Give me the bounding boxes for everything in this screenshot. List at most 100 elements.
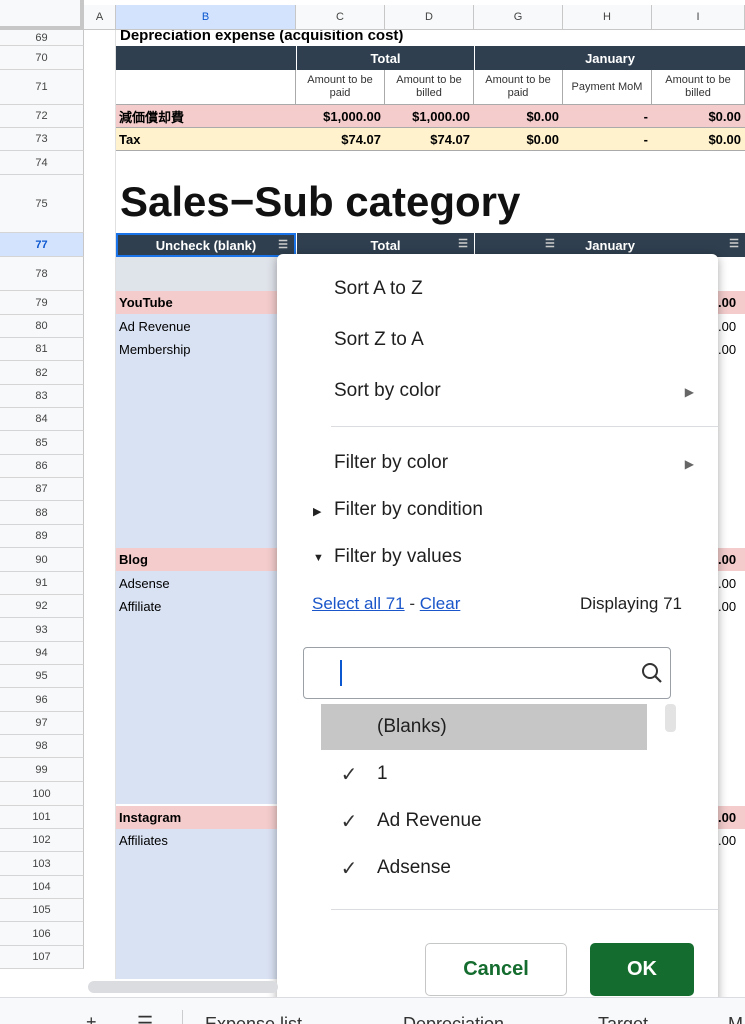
sheets-menu-icon[interactable]: ☰ xyxy=(137,1013,153,1024)
item-affiliate[interactable]: Affiliate xyxy=(119,595,161,618)
row73-i[interactable]: $0.00 xyxy=(652,128,745,151)
row72-h[interactable]: - xyxy=(563,105,652,128)
row72-c[interactable]: $1,000.00 xyxy=(296,105,385,128)
row-header[interactable]: 80 xyxy=(0,315,84,338)
values-scrollbar[interactable] xyxy=(665,704,676,732)
row-header[interactable]: 73 xyxy=(0,128,84,151)
column-header-i[interactable]: I xyxy=(652,5,745,30)
column-a-cells[interactable] xyxy=(84,30,116,979)
row-header[interactable]: 82 xyxy=(0,361,84,385)
sheet-tab-m[interactable]: M xyxy=(728,1014,743,1024)
row72-g[interactable]: $0.00 xyxy=(474,105,563,128)
row-header[interactable]: 89 xyxy=(0,525,84,548)
row78-cell[interactable] xyxy=(116,257,296,291)
row-header[interactable]: 102 xyxy=(0,829,84,852)
column-header-h[interactable]: H xyxy=(563,5,652,30)
value-item-ad-revenue[interactable]: ✓ Ad Revenue xyxy=(321,798,647,844)
row-header[interactable]: 72 xyxy=(0,105,84,128)
row-header[interactable]: 71 xyxy=(0,70,84,105)
row-header[interactable]: 93 xyxy=(0,618,84,642)
row73-g[interactable]: $0.00 xyxy=(474,128,563,151)
item-adsense[interactable]: Adsense xyxy=(119,572,170,595)
r90-value[interactable]: .00 xyxy=(718,548,745,571)
row73-c[interactable]: $74.07 xyxy=(296,128,385,151)
menu-filter-by-color[interactable]: Filter by color xyxy=(334,452,448,474)
item-ad-revenue[interactable]: Ad Revenue xyxy=(119,315,191,338)
row-header[interactable]: 91 xyxy=(0,572,84,595)
horizontal-scrollbar[interactable] xyxy=(88,981,278,993)
r80-value[interactable]: .00 xyxy=(718,315,745,338)
filter-icon[interactable]: ☰ xyxy=(458,237,468,250)
row-header[interactable]: 75 xyxy=(0,175,84,233)
r101-value[interactable]: .00 xyxy=(718,806,745,829)
menu-sort-z-a[interactable]: Sort Z to A xyxy=(334,329,424,351)
row-header[interactable]: 88 xyxy=(0,501,84,525)
row-header[interactable]: 90 xyxy=(0,548,84,572)
row73-label[interactable]: Tax xyxy=(116,128,296,151)
row72-label[interactable]: 減価償却費 xyxy=(116,105,296,128)
row-header[interactable]: 104 xyxy=(0,876,84,899)
row72-i[interactable]: $0.00 xyxy=(652,105,745,128)
row-header[interactable]: 97 xyxy=(0,712,84,735)
r81-value[interactable]: .00 xyxy=(718,338,745,361)
ok-button[interactable]: OK xyxy=(590,943,694,996)
value-item-blanks[interactable]: (Blanks) xyxy=(321,704,647,750)
r92-value[interactable]: .00 xyxy=(718,595,745,618)
menu-sort-a-z[interactable]: Sort A to Z xyxy=(334,278,423,300)
row-header[interactable]: 69 xyxy=(0,30,84,46)
item-membership[interactable]: Membership xyxy=(119,338,191,361)
row-header[interactable]: 81 xyxy=(0,338,84,361)
row72-d[interactable]: $1,000.00 xyxy=(385,105,474,128)
row73-d[interactable]: $74.07 xyxy=(385,128,474,151)
filter-icon[interactable]: ☰ xyxy=(729,237,739,250)
row-header[interactable]: 103 xyxy=(0,852,84,876)
sheet-tab-depreciation[interactable]: Depreciation xyxy=(403,1014,504,1024)
menu-sort-by-color[interactable]: Sort by color xyxy=(334,380,441,402)
select-all-link[interactable]: Select all 71 xyxy=(312,594,405,613)
column-header-d[interactable]: D xyxy=(385,5,474,30)
row-header[interactable]: 94 xyxy=(0,642,84,665)
row-header[interactable]: 101 xyxy=(0,806,84,829)
row73-h[interactable]: - xyxy=(563,128,652,151)
group-instagram[interactable]: Instagram xyxy=(116,806,296,829)
column-header-b[interactable]: B xyxy=(116,5,296,30)
row-header[interactable]: 84 xyxy=(0,408,84,431)
cancel-button[interactable]: Cancel xyxy=(425,943,567,996)
row-header[interactable]: 74 xyxy=(0,151,84,175)
row-header[interactable]: 98 xyxy=(0,735,84,758)
filter-icon[interactable]: ☰ xyxy=(278,238,288,251)
row-header[interactable]: 86 xyxy=(0,455,84,478)
sheet-tab-target[interactable]: Target xyxy=(598,1014,648,1024)
group-youtube[interactable]: YouTube xyxy=(116,291,296,314)
item-affiliates[interactable]: Affiliates xyxy=(119,829,168,852)
column-header-a[interactable]: A xyxy=(84,5,116,30)
row-header[interactable]: 96 xyxy=(0,688,84,712)
row-header[interactable]: 107 xyxy=(0,946,84,969)
menu-filter-by-condition[interactable]: Filter by condition xyxy=(334,499,483,521)
row-header[interactable]: 105 xyxy=(0,899,84,922)
row-header[interactable]: 99 xyxy=(0,758,84,782)
collapse-triangle-icon[interactable]: ▶ xyxy=(313,505,321,518)
search-input[interactable] xyxy=(303,647,671,699)
row-header[interactable]: 79 xyxy=(0,291,84,315)
row-header[interactable]: 100 xyxy=(0,782,84,806)
row-header[interactable]: 78 xyxy=(0,257,84,291)
row-header[interactable]: 70 xyxy=(0,46,84,70)
filter-icon[interactable]: ☰ xyxy=(545,237,555,250)
r91-value[interactable]: .00 xyxy=(718,572,745,595)
row-header[interactable]: 83 xyxy=(0,385,84,408)
column-header-g[interactable]: G xyxy=(474,5,563,30)
r102-value[interactable]: .00 xyxy=(718,829,745,852)
clear-link[interactable]: Clear xyxy=(420,594,461,613)
search-icon[interactable] xyxy=(640,661,664,685)
row-header[interactable]: 95 xyxy=(0,665,84,688)
value-item-1[interactable]: ✓ 1 xyxy=(321,751,647,797)
row-header[interactable]: 106 xyxy=(0,922,84,946)
r79-value[interactable]: .00 xyxy=(718,291,745,314)
row-header[interactable]: 85 xyxy=(0,431,84,455)
sheet-tab-expense-list[interactable]: Expense list xyxy=(205,1014,302,1024)
add-sheet-icon[interactable]: + xyxy=(86,1012,97,1024)
menu-filter-by-values[interactable]: Filter by values xyxy=(334,546,462,568)
expand-triangle-icon[interactable]: ▼ xyxy=(313,552,324,564)
column-header-c[interactable]: C xyxy=(296,5,385,30)
